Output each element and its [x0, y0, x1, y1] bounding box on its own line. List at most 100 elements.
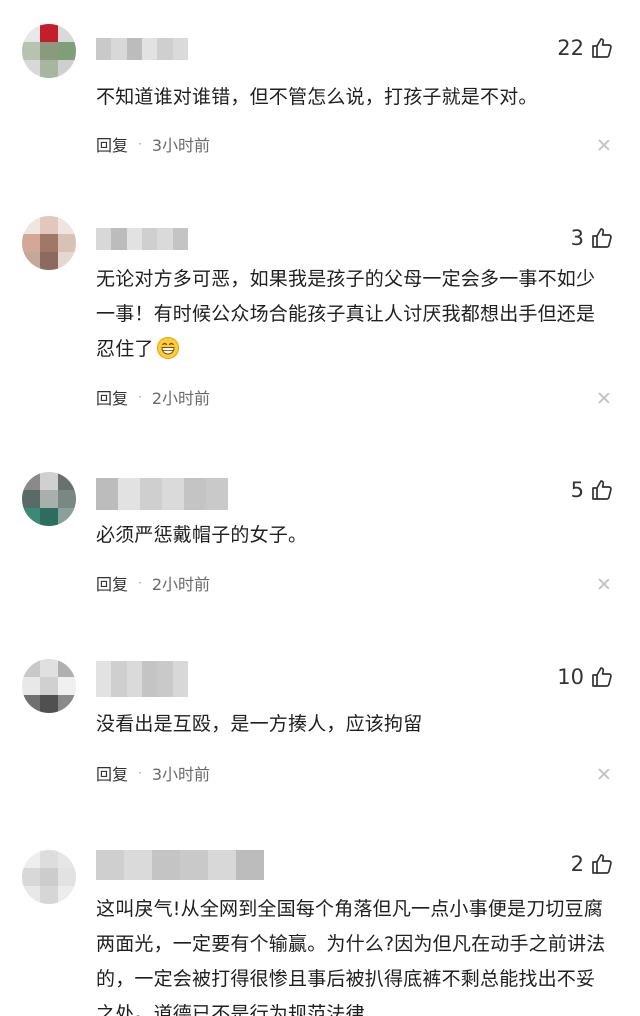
- avatar-mosaic-cell: [58, 234, 76, 252]
- avatar-mosaic-cell: [58, 472, 76, 490]
- timestamp: 2小时前: [151, 575, 211, 594]
- username-blurred[interactable]: [96, 850, 264, 880]
- thumbs-up-icon: [592, 667, 612, 687]
- username-mosaic-cell: [96, 38, 112, 60]
- like-button[interactable]: 3: [571, 226, 614, 250]
- avatar[interactable]: [22, 850, 76, 904]
- username-mosaic-cell: [111, 228, 127, 250]
- username-mosaic-cell: [162, 478, 184, 510]
- thumbs-up-icon: [592, 854, 612, 874]
- avatar-mosaic-cell: [22, 60, 40, 78]
- username-blurred[interactable]: [96, 478, 228, 510]
- like-count: 5: [570, 478, 584, 502]
- thumbs-up-icon: [592, 228, 612, 248]
- avatar-mosaic-cell: [22, 252, 40, 270]
- separator-dot: ·: [138, 576, 142, 590]
- avatar-mosaic-cell: [58, 24, 76, 42]
- avatar[interactable]: [22, 24, 76, 78]
- avatar-mosaic-cell: [58, 886, 76, 904]
- avatar-mosaic-cell: [40, 24, 58, 42]
- comment-meta: 回复 · 2小时前: [96, 571, 210, 595]
- avatar-mosaic-cell: [40, 868, 58, 886]
- username-blurred[interactable]: [96, 661, 188, 697]
- avatar-mosaic-cell: [22, 677, 40, 695]
- avatar[interactable]: [22, 659, 76, 713]
- timestamp: 2小时前: [151, 389, 211, 408]
- comment-meta: 回复 · 3小时前: [96, 761, 210, 785]
- username-mosaic-cell: [126, 661, 142, 697]
- reply-button[interactable]: 回复: [96, 761, 128, 785]
- avatar-mosaic-cell: [58, 490, 76, 508]
- like-button[interactable]: 5: [571, 478, 614, 502]
- thumbs-up-icon: [592, 38, 612, 58]
- reply-button[interactable]: 回复: [96, 385, 128, 409]
- avatar-mosaic-cell: [40, 886, 58, 904]
- avatar-mosaic-cell: [40, 472, 58, 490]
- avatar-mosaic-cell: [58, 868, 76, 886]
- avatar-mosaic-cell: [22, 216, 40, 234]
- avatar-mosaic-cell: [22, 42, 40, 60]
- username-mosaic-cell: [96, 661, 112, 697]
- avatar-mosaic-cell: [40, 252, 58, 270]
- avatar-mosaic-cell: [40, 659, 58, 677]
- username-mosaic-cell: [172, 38, 188, 60]
- like-count: 3: [570, 226, 584, 250]
- avatar-mosaic-cell: [22, 472, 40, 490]
- username-blurred[interactable]: [96, 38, 188, 60]
- like-button[interactable]: 22: [557, 36, 614, 60]
- avatar-mosaic-cell: [58, 677, 76, 695]
- avatar-mosaic-cell: [40, 234, 58, 252]
- like-button[interactable]: 2: [571, 852, 614, 876]
- close-icon[interactable]: [598, 392, 610, 404]
- timestamp: 3小时前: [151, 136, 211, 155]
- like-count: 2: [570, 852, 584, 876]
- separator-dot: ·: [138, 390, 142, 404]
- avatar-mosaic-cell: [58, 659, 76, 677]
- avatar-mosaic-cell: [58, 695, 76, 713]
- username-blurred[interactable]: [96, 228, 188, 250]
- avatar-mosaic-cell: [40, 490, 58, 508]
- username-mosaic-cell: [180, 850, 208, 880]
- username-mosaic-cell: [236, 850, 264, 880]
- comment-text: 没看出是互殴，是一方揍人，应该拘留: [96, 713, 423, 735]
- avatar[interactable]: [22, 472, 76, 526]
- close-icon[interactable]: [598, 578, 610, 590]
- username-mosaic-cell: [157, 38, 173, 60]
- avatar-mosaic-cell: [40, 60, 58, 78]
- avatar-mosaic-cell: [58, 60, 76, 78]
- grinning-emoji-icon: [156, 337, 179, 359]
- comment-item: 2 这叫戾气!从全网到全国每个角落但凡一点小事便是刀切豆腐两面光，一定要有个输赢…: [0, 840, 640, 1016]
- avatar-mosaic-cell: [40, 695, 58, 713]
- comment-meta: 回复 · 2小时前: [96, 385, 210, 409]
- username-mosaic-cell: [152, 850, 180, 880]
- avatar[interactable]: [22, 216, 76, 270]
- avatar-mosaic-cell: [58, 216, 76, 234]
- username-mosaic-cell: [157, 661, 173, 697]
- close-icon[interactable]: [598, 768, 610, 780]
- username-mosaic-cell: [157, 228, 173, 250]
- avatar-mosaic-cell: [40, 216, 58, 234]
- avatar-mosaic-cell: [58, 42, 76, 60]
- comment-item: 10 没看出是互殴，是一方揍人，应该拘留 回复 · 3小时前: [0, 645, 640, 840]
- close-icon[interactable]: [598, 139, 610, 151]
- username-mosaic-cell: [118, 478, 140, 510]
- avatar-mosaic-cell: [22, 508, 40, 526]
- avatar-mosaic-cell: [58, 850, 76, 868]
- avatar-mosaic-cell: [58, 508, 76, 526]
- username-mosaic-cell: [141, 661, 158, 697]
- username-mosaic-cell: [172, 661, 188, 697]
- avatar-mosaic-cell: [58, 252, 76, 270]
- separator-dot: ·: [138, 766, 142, 780]
- like-button[interactable]: 10: [557, 665, 614, 689]
- reply-button[interactable]: 回复: [96, 132, 128, 156]
- avatar-mosaic-cell: [22, 659, 40, 677]
- comment-text: 必须严惩戴帽子的女子。: [96, 524, 308, 546]
- username-mosaic-cell: [96, 850, 124, 880]
- comment-text: 这叫戾气!从全网到全国每个角落但凡一点小事便是刀切豆腐两面光，一定要有个输赢。为…: [96, 898, 606, 1016]
- username-mosaic-cell: [111, 661, 127, 697]
- username-mosaic-cell: [172, 228, 188, 250]
- avatar-mosaic-cell: [40, 42, 58, 60]
- reply-button[interactable]: 回复: [96, 571, 128, 595]
- username-mosaic-cell: [208, 850, 236, 880]
- comment-meta: 回复 · 3小时前: [96, 132, 210, 156]
